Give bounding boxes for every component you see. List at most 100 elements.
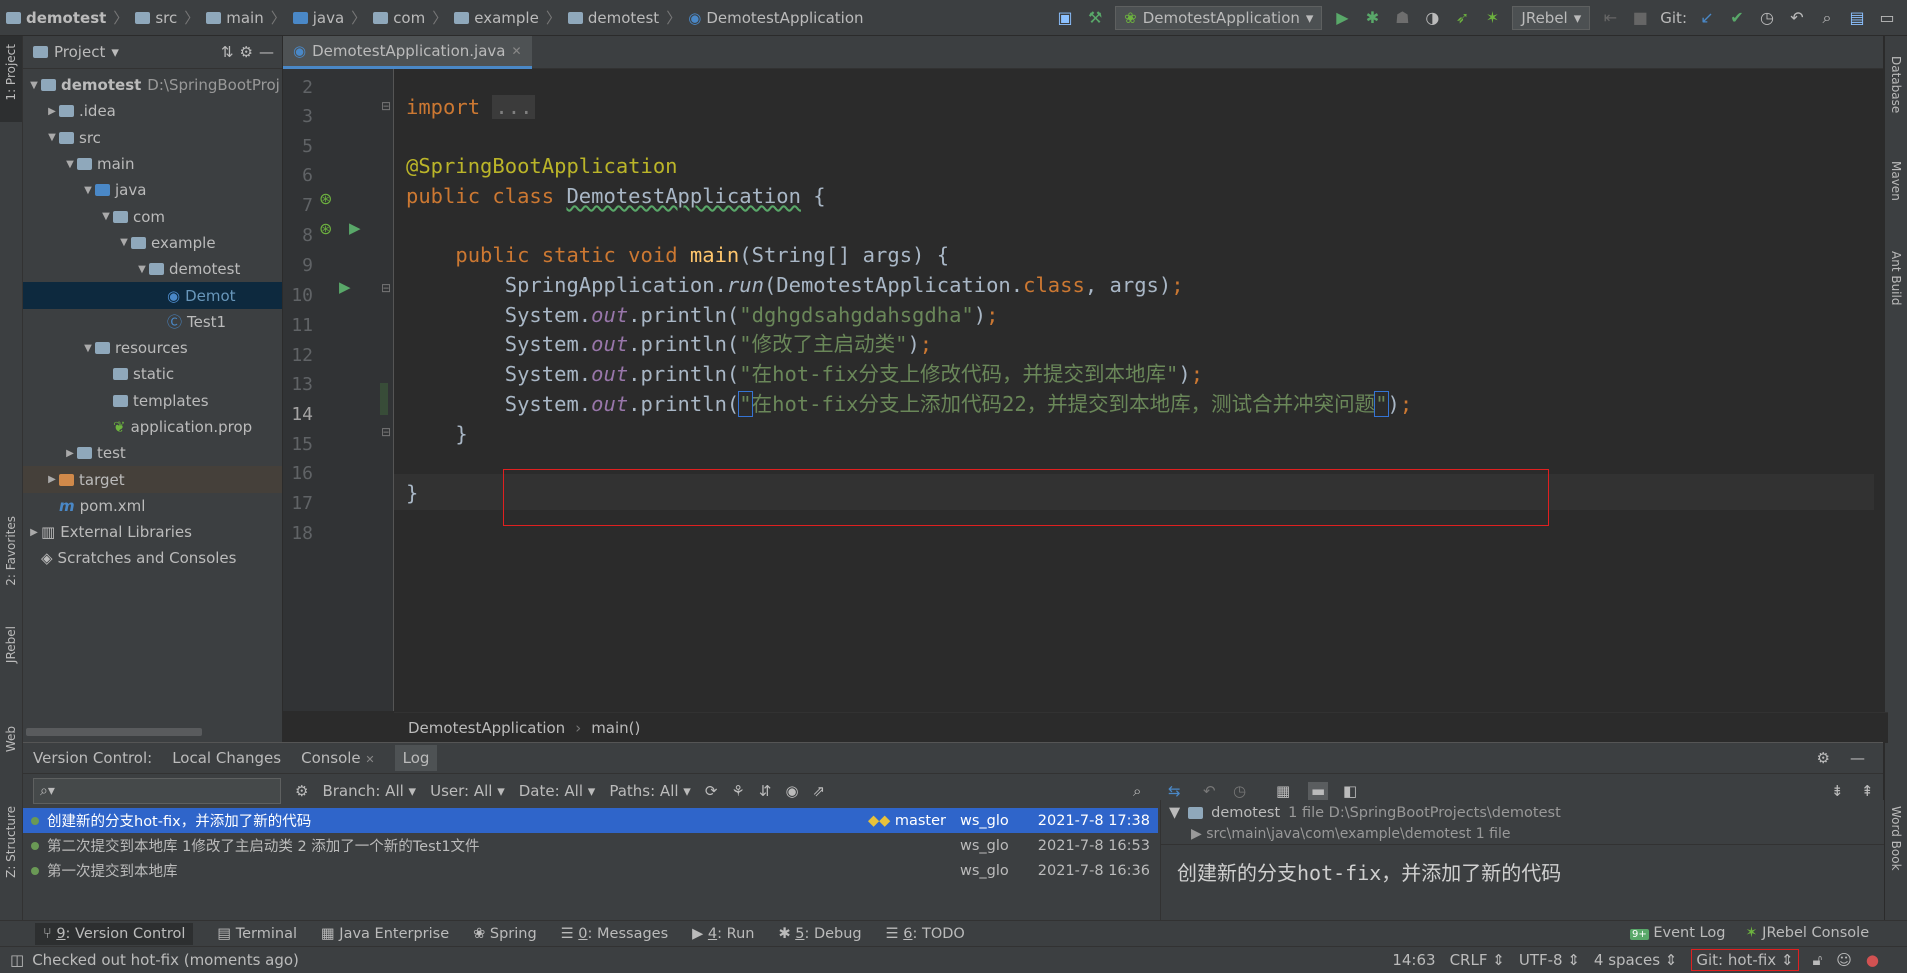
jrebel-select[interactable]: JRebel ▾ xyxy=(1512,5,1591,30)
breadcrumb-method[interactable]: main() xyxy=(591,719,640,737)
tree-item[interactable]: ▼ main xyxy=(23,151,282,177)
debug-icon[interactable]: ✱ xyxy=(1362,8,1382,28)
fold-import-icon[interactable]: ⊟ xyxy=(381,99,391,113)
database-tool-button[interactable]: Database xyxy=(1889,56,1903,113)
log-search-input[interactable]: ⌕▾ xyxy=(33,778,281,804)
editor-tab-demotest-application[interactable]: ◉ DemotestApplication.java ✕ xyxy=(283,36,532,69)
tab-local-changes[interactable]: Local Changes xyxy=(172,749,281,767)
undo-icon[interactable]: ↶ xyxy=(1203,782,1216,800)
breadcrumb-item[interactable]: ◉ DemotestApplication xyxy=(688,9,863,27)
git-commit-icon[interactable]: ✔ xyxy=(1727,8,1747,28)
tool-debug[interactable]: ✱ 5: Debug xyxy=(778,926,861,942)
refresh-icon[interactable]: ⟳ xyxy=(705,782,718,800)
git-branch-widget[interactable]: Git: hot-fix ⇕ xyxy=(1691,949,1799,971)
commit-row[interactable]: 第一次提交到本地库 ws_glo 2021-7-8 16:36 xyxy=(23,858,1158,883)
tool-version-control[interactable]: ⑂ 9: Version Control xyxy=(35,923,194,945)
chevron-down-icon[interactable]: ▾ xyxy=(111,43,119,61)
collapse-all-icon[interactable]: ⇞ xyxy=(1861,782,1874,800)
search-icon[interactable]: ⌕ xyxy=(1133,782,1141,800)
profile-icon[interactable]: ◑ xyxy=(1422,8,1442,28)
tree-item[interactable]: m pom.xml xyxy=(23,493,282,519)
chevron-down-icon[interactable]: ▼ xyxy=(99,211,113,222)
filter-paths[interactable]: Paths: All ▾ xyxy=(609,782,691,800)
jrebel-console-button[interactable]: ✶ JRebel Console xyxy=(1745,925,1869,941)
tool-java-enterprise[interactable]: ▦ Java Enterprise xyxy=(321,926,449,942)
breadcrumb-item[interactable]: example xyxy=(454,9,539,27)
chevron-down-icon[interactable]: ▼ xyxy=(27,80,41,91)
filter-branch[interactable]: Branch: All ▾ xyxy=(322,782,416,800)
run-config-select[interactable]: ❀ DemotestApplication ▾ xyxy=(1115,5,1323,30)
tab-log[interactable]: Log xyxy=(394,745,438,771)
fold-method-end-icon[interactable]: ⊟ xyxy=(381,425,391,439)
line-separator[interactable]: CRLF ⇕ xyxy=(1450,951,1505,969)
run-class-icon[interactable]: ▶ xyxy=(349,219,361,237)
tree-item[interactable]: static xyxy=(23,361,282,387)
expand-all-icon[interactable]: ⇟ xyxy=(1831,782,1844,800)
tree-item[interactable]: ▶ test xyxy=(23,440,282,466)
tree-item[interactable]: ◈ Scratches and Consoles xyxy=(23,545,282,571)
coverage-icon[interactable]: ☗ xyxy=(1392,8,1412,28)
jrebel-debug-icon[interactable]: ✶ xyxy=(1482,8,1502,28)
cherry-pick-icon[interactable]: ⚘ xyxy=(731,782,744,800)
commit-row[interactable]: 第二次提交到本地库 1修改了主启动类 2 添加了一个新的Test1文件 ws_gl… xyxy=(23,833,1158,858)
favorites-tool-button[interactable]: 2: Favorites xyxy=(4,516,18,586)
close-icon[interactable]: ✕ xyxy=(511,44,521,58)
revert-icon[interactable]: ↶ xyxy=(1787,8,1807,28)
chevron-down-icon[interactable]: ▼ xyxy=(81,185,95,196)
breadcrumb-item[interactable]: com xyxy=(373,9,425,27)
tool-run[interactable]: ▶ 4: Run xyxy=(692,926,754,942)
collapse-icon[interactable]: ⇆ xyxy=(1168,782,1181,800)
tree-item[interactable]: ▶ ▥ External Libraries xyxy=(23,519,282,545)
gear-icon[interactable]: ⚙ xyxy=(295,782,308,800)
chevron-down-icon[interactable]: ▼ xyxy=(45,132,59,143)
build-hammer-icon[interactable]: ⚒ xyxy=(1085,8,1105,28)
project-tool-button[interactable]: 1: Project xyxy=(4,44,18,101)
minimize-icon[interactable]: — xyxy=(259,43,274,61)
tree-item[interactable]: ▶ target xyxy=(23,466,282,493)
find-usages-icon[interactable]: ⊛ xyxy=(319,189,332,208)
preview-icon[interactable]: ▬ xyxy=(1308,782,1329,800)
word-book-tool-button[interactable]: Word Book xyxy=(1889,806,1903,871)
tree-item[interactable]: ▼ src xyxy=(23,125,282,151)
breadcrumb-item[interactable]: demotest xyxy=(567,9,659,27)
folded-imports[interactable]: ... xyxy=(492,95,536,119)
error-icon[interactable]: ● xyxy=(1866,951,1879,969)
breadcrumb-item[interactable]: main xyxy=(206,9,264,27)
filter-user[interactable]: User: All ▾ xyxy=(430,782,505,800)
tree-item[interactable]: ▼ java xyxy=(23,177,282,203)
breadcrumb-class[interactable]: DemotestApplication xyxy=(408,719,565,737)
event-log-button[interactable]: 9+ Event Log xyxy=(1630,925,1725,941)
close-icon[interactable]: ✕ xyxy=(365,753,374,766)
go-to-icon[interactable]: ⇗ xyxy=(813,782,826,800)
jrebel-run-icon[interactable]: ➶ xyxy=(1452,8,1472,28)
indent-setting[interactable]: 4 spaces ⇕ xyxy=(1594,951,1677,969)
split-icon[interactable]: ◧ xyxy=(1343,782,1357,800)
jrebel-tool-button[interactable]: JRebel xyxy=(4,626,18,663)
chevron-right-icon[interactable]: ▶ xyxy=(27,527,41,538)
breadcrumb-item[interactable]: src xyxy=(135,9,177,27)
chevron-down-icon[interactable]: ▼ xyxy=(117,237,131,248)
breadcrumb-item[interactable]: java xyxy=(292,9,344,27)
gear-icon[interactable]: ⚙ xyxy=(240,43,253,61)
tree-item[interactable]: templates xyxy=(23,388,282,414)
tree-item[interactable]: ▼ demotest xyxy=(23,256,282,282)
chevron-right-icon[interactable]: ▶ xyxy=(45,106,59,117)
project-panel-title[interactable]: Project xyxy=(54,43,105,61)
chevron-right-icon[interactable]: ▶ xyxy=(45,474,59,485)
collapse-all-icon[interactable]: ⇅ xyxy=(221,43,234,61)
structure-tool-button[interactable]: Z: Structure xyxy=(4,806,18,878)
rollback-icon[interactable]: ⇤ xyxy=(1600,8,1620,28)
stop-icon[interactable]: ■ xyxy=(1630,8,1650,28)
commit-row[interactable]: 创建新的分支hot-fix，并添加了新的代码 ◆◆ master ws_glo 202… xyxy=(23,808,1158,833)
sort-icon[interactable]: ⇵ xyxy=(759,782,772,800)
breadcrumb-item[interactable]: demotest xyxy=(6,9,106,27)
spring-bean-icon[interactable]: ⊛ xyxy=(319,219,332,238)
layout-icon[interactable]: ▭ xyxy=(1877,8,1897,28)
search-icon[interactable]: ⌕ xyxy=(1817,8,1837,28)
tree-item[interactable]: ▼ com xyxy=(23,203,282,229)
chevron-down-icon[interactable]: ▼ xyxy=(1169,805,1180,821)
group-icon[interactable]: ▦ xyxy=(1276,782,1290,800)
git-update-icon[interactable]: ↙ xyxy=(1697,8,1717,28)
tree-item[interactable]: ▶ .idea xyxy=(23,98,282,124)
history-icon[interactable]: ◷ xyxy=(1757,8,1777,28)
